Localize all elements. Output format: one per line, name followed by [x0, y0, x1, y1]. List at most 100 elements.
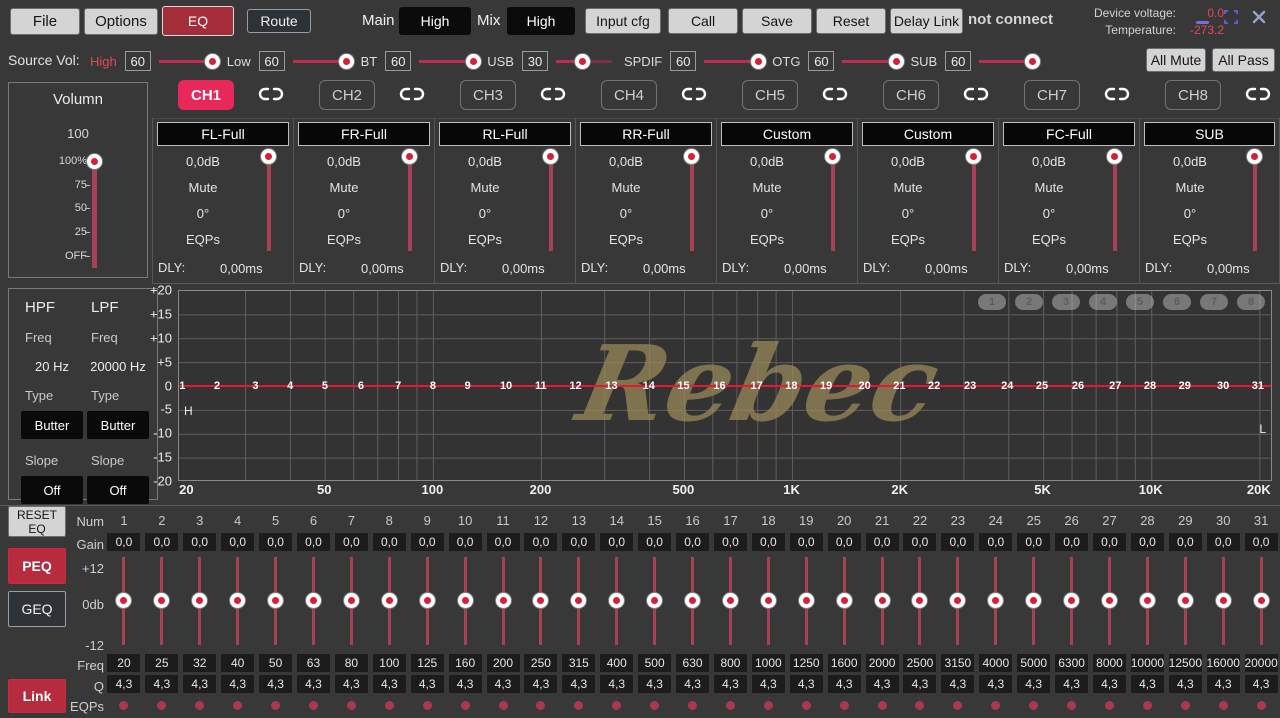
lpf-marker[interactable]: L: [1259, 422, 1266, 436]
channel-phase-value[interactable]: 0°: [296, 201, 392, 227]
band-marker-21[interactable]: 21: [893, 380, 905, 392]
channel-link-icon[interactable]: [963, 87, 989, 106]
reset-button[interactable]: Reset: [816, 8, 886, 34]
source-sub-slider[interactable]: [979, 53, 1035, 69]
channel-mute-button[interactable]: Mute: [719, 175, 815, 201]
channel-mute-button[interactable]: Mute: [860, 175, 956, 201]
band-q-value[interactable]: 4,3: [1207, 675, 1240, 693]
delay-value[interactable]: 0,00ms: [220, 261, 263, 276]
input-cfg-button[interactable]: Input cfg: [585, 8, 661, 34]
band-freq-value[interactable]: 800: [714, 654, 747, 672]
channel-mute-button[interactable]: Mute: [296, 175, 392, 201]
band-freq-value[interactable]: 125: [411, 654, 444, 672]
band-freq-value[interactable]: 12500: [1169, 654, 1202, 672]
band-eqps-indicator[interactable]: [726, 701, 735, 710]
band-marker-3[interactable]: 3: [252, 380, 258, 392]
band-marker-1[interactable]: 1: [179, 380, 185, 392]
band-q-value[interactable]: 4,3: [903, 675, 936, 693]
band-freq-value[interactable]: 1250: [790, 654, 823, 672]
band-gain-value[interactable]: 0,0: [828, 533, 861, 551]
channel-link-icon[interactable]: [1245, 87, 1271, 106]
band-gain-value[interactable]: 0,0: [1017, 533, 1050, 551]
source-bt-slider[interactable]: [419, 53, 475, 69]
delay-value[interactable]: 0,00ms: [784, 261, 827, 276]
slider-knob[interactable]: [912, 593, 927, 608]
channel-gain-value[interactable]: 0,0dB: [155, 149, 251, 175]
band-gain-value[interactable]: 0,0: [1169, 533, 1202, 551]
band-q-value[interactable]: 4,3: [638, 675, 671, 693]
slider-knob[interactable]: [875, 593, 890, 608]
band-marker-2[interactable]: 2: [214, 380, 220, 392]
band-gain-value[interactable]: 0,0: [259, 533, 292, 551]
slider-knob[interactable]: [339, 54, 354, 69]
preset-button-1[interactable]: 1: [978, 294, 1006, 310]
delay-value[interactable]: 0,00ms: [643, 261, 686, 276]
channel-gain-value[interactable]: 0,0dB: [296, 149, 392, 175]
master-volume-slider[interactable]: 100%755025OFF: [9, 153, 149, 275]
close-icon[interactable]: [1252, 10, 1266, 24]
band-freq-value[interactable]: 20000: [1245, 654, 1278, 672]
band-gain-slider[interactable]: [532, 555, 549, 647]
source-spdif-slider[interactable]: [704, 53, 760, 69]
slider-knob[interactable]: [575, 54, 590, 69]
band-gain-slider[interactable]: [760, 555, 777, 647]
band-gain-slider[interactable]: [1063, 555, 1080, 647]
slider-knob[interactable]: [685, 593, 700, 608]
band-gain-value[interactable]: 0,0: [638, 533, 671, 551]
band-eqps-indicator[interactable]: [195, 701, 204, 710]
band-marker-22[interactable]: 22: [928, 380, 940, 392]
slider-knob[interactable]: [1178, 593, 1193, 608]
band-freq-value[interactable]: 200: [487, 654, 520, 672]
band-eqps-indicator[interactable]: [385, 701, 394, 710]
delay-link-button[interactable]: Delay Link: [890, 8, 963, 34]
maximize-icon[interactable]: [1224, 10, 1238, 24]
band-marker-25[interactable]: 25: [1036, 380, 1048, 392]
slider-knob[interactable]: [192, 593, 207, 608]
channel-select-ch2[interactable]: CH2: [319, 80, 375, 110]
channel-phase-value[interactable]: 0°: [437, 201, 533, 227]
band-gain-value[interactable]: 0,0: [373, 533, 406, 551]
band-gain-slider[interactable]: [495, 555, 512, 647]
band-eqps-indicator[interactable]: [423, 701, 432, 710]
band-gain-slider[interactable]: [191, 555, 208, 647]
band-gain-value[interactable]: 0,0: [449, 533, 482, 551]
preset-button-4[interactable]: 4: [1089, 294, 1117, 310]
minimize-icon[interactable]: [1196, 16, 1210, 30]
channel-gain-value[interactable]: 0,0dB: [1142, 149, 1238, 175]
band-eqps-indicator[interactable]: [157, 701, 166, 710]
slider-knob[interactable]: [1064, 593, 1079, 608]
preset-button-7[interactable]: 7: [1200, 294, 1228, 310]
eq-response-graph[interactable]: Rebec 1234567891011121314151617181920212…: [178, 290, 1272, 481]
band-gain-slider[interactable]: [684, 555, 701, 647]
band-marker-14[interactable]: 14: [643, 380, 655, 392]
slider-knob[interactable]: [458, 593, 473, 608]
band-marker-13[interactable]: 13: [605, 380, 617, 392]
band-gain-value[interactable]: 0,0: [524, 533, 557, 551]
delay-value[interactable]: 0,00ms: [502, 261, 545, 276]
band-eqps-indicator[interactable]: [233, 701, 242, 710]
channel-select-ch8[interactable]: CH8: [1165, 80, 1221, 110]
band-gain-slider[interactable]: [305, 555, 322, 647]
source-usb-value[interactable]: 30: [522, 51, 548, 71]
slider-knob[interactable]: [647, 593, 662, 608]
channel-phase-value[interactable]: 0°: [1001, 201, 1097, 227]
channel-gain-value[interactable]: 0,0dB: [437, 149, 533, 175]
channel-gain-slider[interactable]: [261, 151, 277, 253]
slider-knob[interactable]: [571, 593, 586, 608]
band-marker-16[interactable]: 16: [713, 380, 725, 392]
band-gain-value[interactable]: 0,0: [1131, 533, 1164, 551]
band-freq-value[interactable]: 630: [676, 654, 709, 672]
channel-select-ch4[interactable]: CH4: [601, 80, 657, 110]
band-gain-slider[interactable]: [911, 555, 928, 647]
channel-link-icon[interactable]: [1104, 87, 1130, 106]
band-eqps-indicator[interactable]: [499, 701, 508, 710]
channel-name-ch3[interactable]: RL-Full: [439, 122, 571, 146]
band-gain-slider[interactable]: [987, 555, 1004, 647]
band-freq-value[interactable]: 3150: [941, 654, 974, 672]
slider-knob[interactable]: [1216, 593, 1231, 608]
hpf-freq-value[interactable]: 20 Hz: [19, 359, 85, 374]
route-tab-button[interactable]: Route: [247, 9, 311, 33]
channel-mute-button[interactable]: Mute: [578, 175, 674, 201]
file-button[interactable]: File: [10, 8, 80, 35]
source-otg-value[interactable]: 60: [808, 51, 834, 71]
